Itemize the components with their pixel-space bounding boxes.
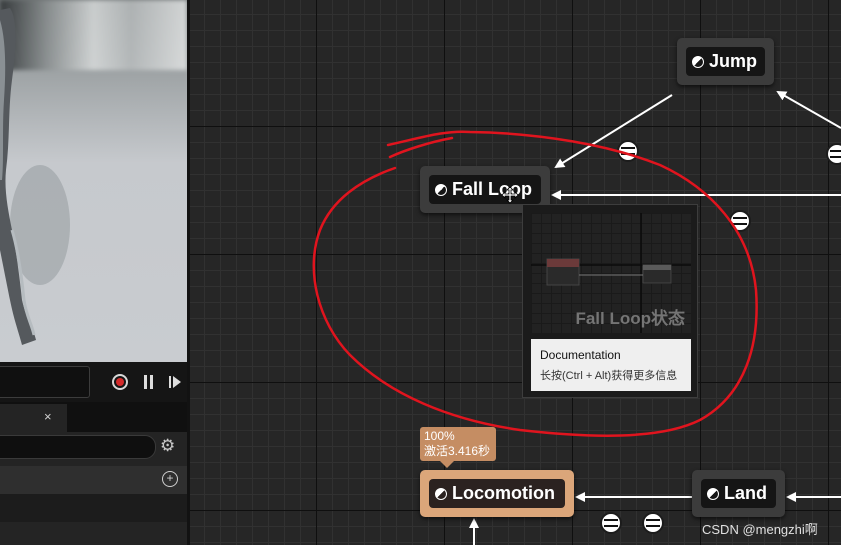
move-cursor-icon bbox=[501, 186, 519, 204]
red-annotation-circle bbox=[312, 130, 758, 437]
watermark: CSDN @mengzhi啊 bbox=[702, 522, 818, 537]
